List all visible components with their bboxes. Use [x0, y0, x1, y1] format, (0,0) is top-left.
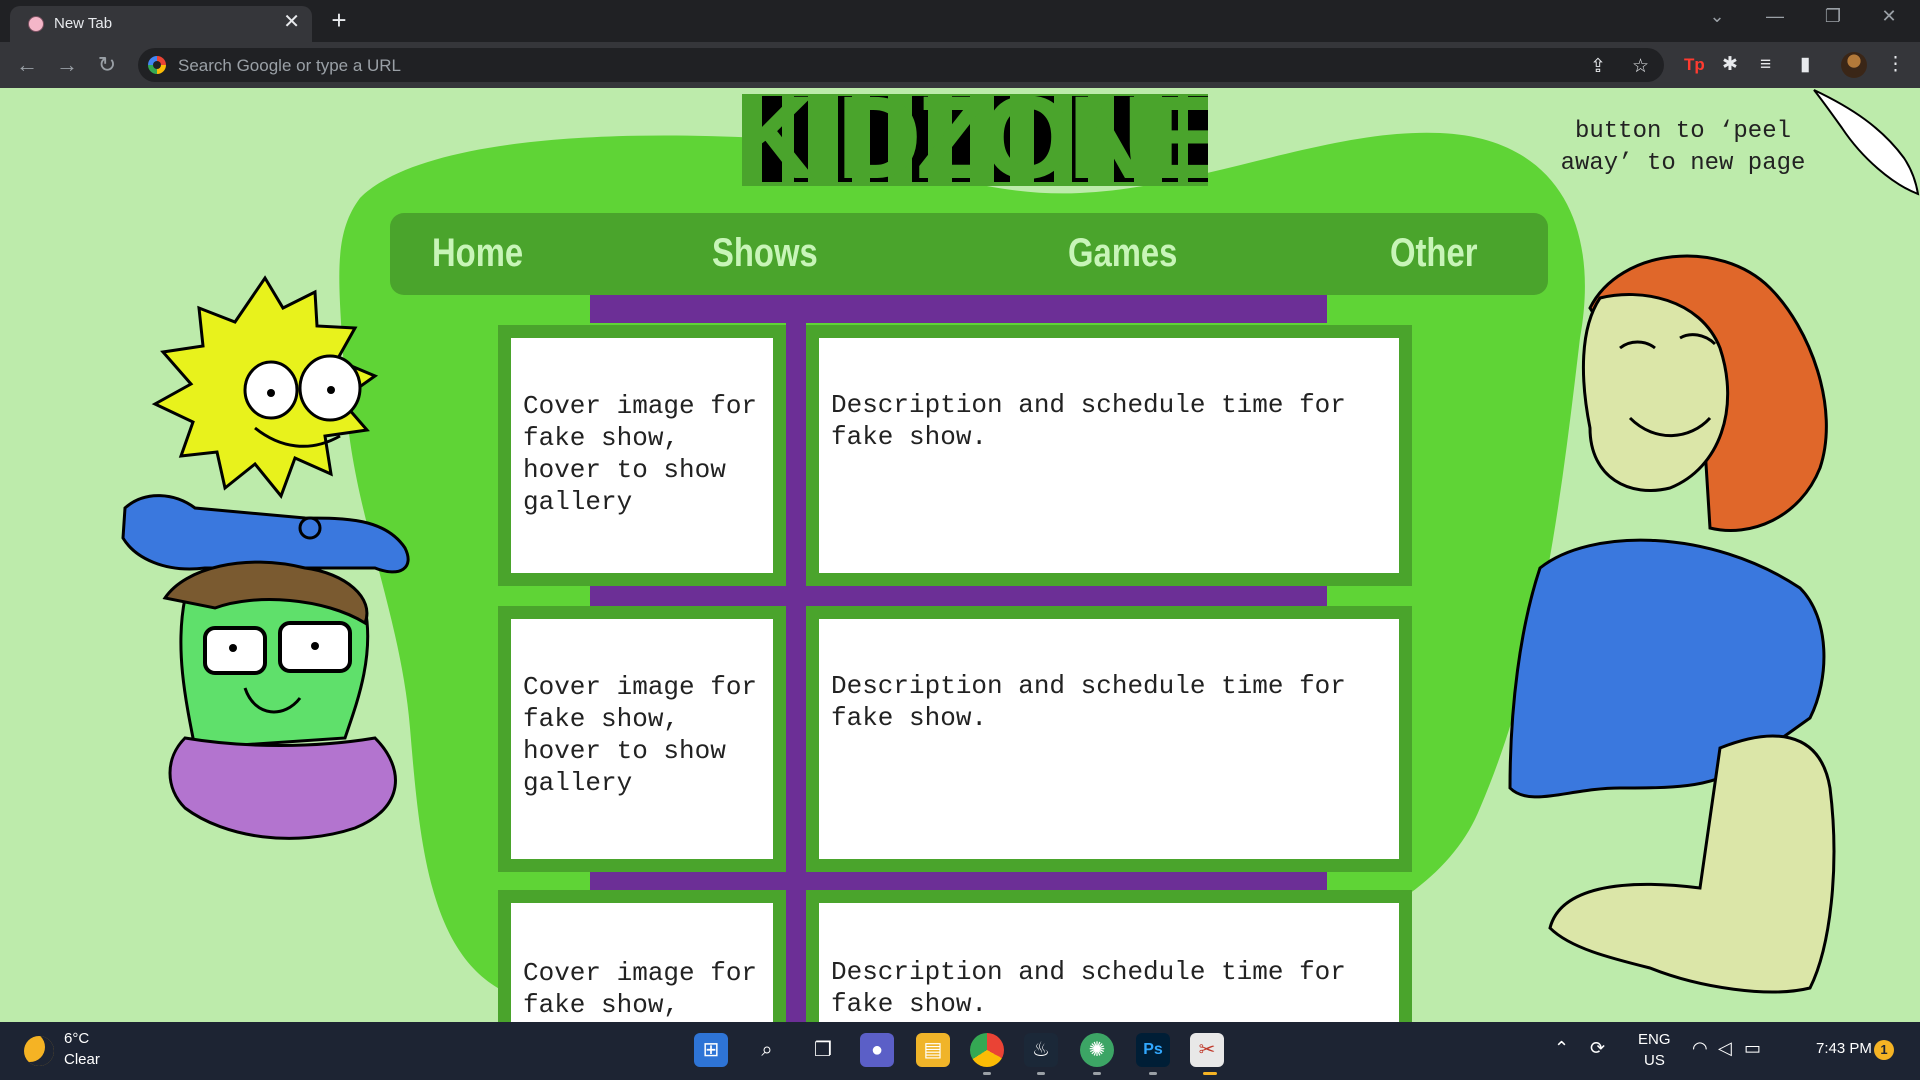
nav-home[interactable]: Home: [432, 229, 523, 277]
task-view-icon[interactable]: ❐: [806, 1033, 840, 1067]
back-arrow-icon[interactable]: ←: [12, 50, 42, 80]
extensions-puzzle-icon[interactable]: ✱: [1722, 55, 1738, 75]
kidzone-logo: KIDZONE: [742, 94, 1208, 186]
weather-condition[interactable]: Clear: [64, 1051, 100, 1068]
tab-favicon-icon: [28, 16, 44, 32]
nav-other[interactable]: Other: [1390, 229, 1477, 277]
show-description-text: Description and schedule time for fake s…: [831, 671, 1346, 733]
bookmark-star-icon[interactable]: ☆: [1632, 55, 1649, 78]
sync-icon[interactable]: ⟳: [1590, 1038, 1605, 1059]
windows-start-icon[interactable]: ⊞: [694, 1033, 728, 1067]
notification-badge[interactable]: 1: [1874, 1040, 1894, 1060]
taskbar: 6°C Clear ⊞ ⌕ ❐ ● ▤ ♨ ✺ Ps ✂ ⌃ ⟳ ENG US …: [0, 1022, 1920, 1080]
purple-column-divider: [786, 323, 806, 1022]
browser-tab-bar: New Tab ✕ + ⌄ — ❐ ✕: [0, 0, 1920, 42]
app-running-indicator: [1149, 1072, 1157, 1075]
forward-arrow-icon[interactable]: →: [52, 50, 82, 80]
tab-close-icon[interactable]: ✕: [283, 12, 300, 32]
google-icon: [148, 56, 166, 74]
show-description-card: Description and schedule time for fake s…: [806, 606, 1412, 872]
show-cover-text: Cover image for fake show, hover to show…: [523, 672, 758, 798]
new-tab-button[interactable]: +: [325, 6, 353, 34]
show-cover-text: Cover image for fake show, hover to show…: [523, 391, 758, 517]
right-character-illustration: [1508, 254, 1836, 994]
snipping-tool-icon[interactable]: ✂: [1190, 1033, 1224, 1067]
show-description-text: Description and schedule time for fake s…: [831, 390, 1346, 452]
weather-moon-icon[interactable]: [24, 1036, 54, 1066]
battery-icon[interactable]: ▭: [1744, 1038, 1761, 1059]
weather-temperature[interactable]: 6°C: [64, 1030, 89, 1047]
region-code[interactable]: US: [1644, 1052, 1665, 1069]
atom-app-icon[interactable]: ✺: [1080, 1033, 1114, 1067]
media-control-icon[interactable]: ≡: [1760, 55, 1771, 75]
main-nav: Home Shows Games Other: [390, 213, 1548, 295]
file-explorer-icon[interactable]: ▤: [916, 1033, 950, 1067]
chat-icon[interactable]: ●: [860, 1033, 894, 1067]
show-description-text: Description and schedule time for fake s…: [831, 957, 1346, 1019]
show-description-card: Description and schedule time for fake s…: [806, 325, 1412, 586]
address-bar-placeholder: Search Google or type a URL: [178, 56, 402, 75]
restore-button[interactable]: ❐: [1810, 6, 1856, 27]
reload-icon[interactable]: ↻: [92, 50, 122, 80]
volume-icon[interactable]: ◁: [1718, 1038, 1732, 1059]
app-running-indicator: [1037, 1072, 1045, 1075]
minimize-button[interactable]: —: [1752, 6, 1798, 27]
show-cover-card[interactable]: Cover image for fake show, hover to show…: [498, 325, 786, 586]
app-running-indicator: [983, 1072, 991, 1075]
language-code[interactable]: ENG: [1638, 1031, 1671, 1048]
kidzone-page: KIDZONE button to ‘peel away’ to new pag…: [0, 88, 1920, 1022]
nav-shows[interactable]: Shows: [712, 229, 818, 277]
menu-kebab-icon[interactable]: ⋮: [1886, 55, 1905, 75]
share-icon[interactable]: ⇪: [1590, 55, 1606, 78]
tab-new-tab[interactable]: New Tab ✕: [10, 6, 312, 42]
photoshop-icon[interactable]: Ps: [1136, 1033, 1170, 1067]
clock-time[interactable]: 7:43 PM: [1816, 1040, 1872, 1057]
tray-overflow-chevron-icon[interactable]: ⌃: [1554, 1038, 1569, 1059]
nav-games[interactable]: Games: [1068, 229, 1177, 277]
peel-away-note: button to ‘peel away’ to new page: [1560, 118, 1806, 177]
wifi-icon[interactable]: ◠: [1692, 1038, 1708, 1059]
profile-avatar[interactable]: [1841, 52, 1867, 78]
purple-divider: [590, 295, 1327, 323]
logo-text: KIDZONE: [742, 94, 1208, 186]
extension-tp-icon[interactable]: Tp: [1684, 55, 1705, 75]
close-window-button[interactable]: ✕: [1866, 6, 1912, 27]
steam-icon[interactable]: ♨: [1024, 1033, 1058, 1067]
purple-divider: [590, 586, 1327, 606]
app-active-indicator: [1203, 1072, 1217, 1075]
app-running-indicator: [1093, 1072, 1101, 1075]
show-cover-text: Cover image for fake show,: [523, 958, 758, 1020]
tab-title: New Tab: [54, 15, 113, 32]
search-icon[interactable]: ⌕: [750, 1033, 784, 1067]
show-cover-card[interactable]: Cover image for fake show, hover to show…: [498, 606, 786, 872]
address-bar[interactable]: Search Google or type a URL ⇪ ☆: [138, 48, 1664, 82]
browser-toolbar: ← → ↻ Search Google or type a URL ⇪ ☆ Tp…: [0, 42, 1920, 88]
show-cover-card[interactable]: Cover image for fake show,: [498, 890, 786, 1022]
side-panel-icon[interactable]: ▮: [1800, 55, 1810, 75]
purple-divider: [590, 872, 1327, 890]
tab-search-chevron-icon[interactable]: ⌄: [1694, 6, 1740, 27]
left-characters-illustration: [121, 275, 410, 840]
page-peel-corner-icon[interactable]: [1812, 88, 1920, 198]
show-description-card: Description and schedule time for fake s…: [806, 890, 1412, 1022]
chrome-icon[interactable]: [970, 1033, 1004, 1067]
